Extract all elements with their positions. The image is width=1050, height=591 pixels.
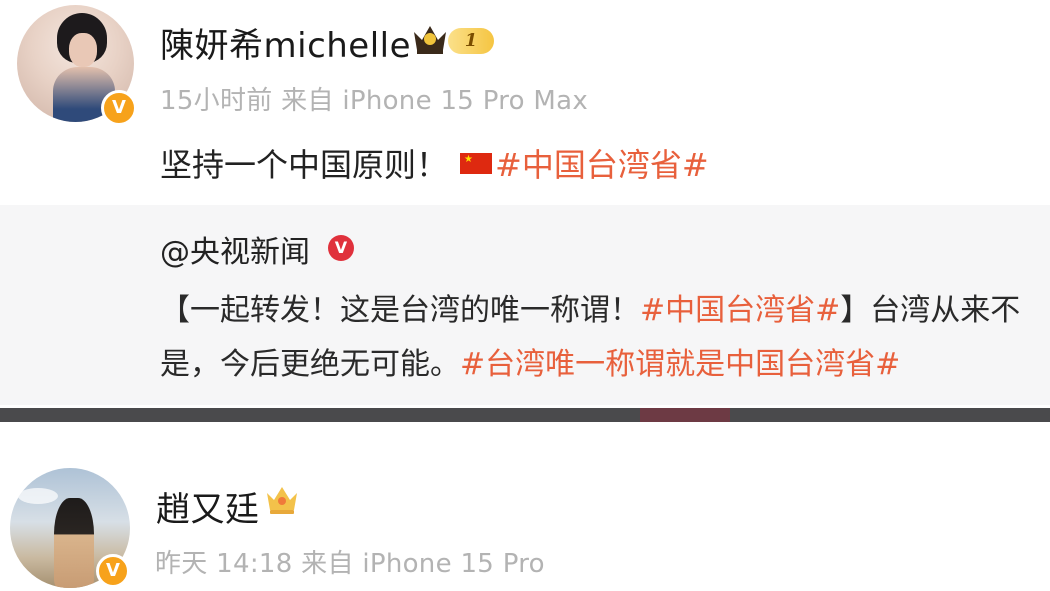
repost-line1-text: 【一起转发！这是台湾的唯一称谓！ [160, 293, 640, 328]
post1-hashtag[interactable]: #中国台湾省# [495, 146, 709, 184]
repost-line1-hashtag[interactable]: #中国台湾省# [640, 293, 840, 328]
vip-badge-icon: V [328, 235, 354, 261]
weibo-feed: V 陳妍希michelle 1 15小时前 来自 iPhone 15 Pro M… [0, 0, 1050, 591]
repost-card[interactable]: @央视新闻 V 【一起转发！这是台湾的唯一称谓！#中国台湾省#】台湾从来不 是，… [0, 205, 1050, 405]
username-post2[interactable]: 趙又廷 [156, 482, 260, 531]
crown-icon [414, 26, 446, 54]
level-badge: 1 [448, 28, 494, 54]
feed-divider [0, 408, 1050, 422]
repost-line-1: 【一起转发！这是台湾的唯一称谓！#中国台湾省#】台湾从来不 [160, 285, 1020, 329]
repost-author[interactable]: @央视新闻 [160, 227, 310, 271]
post1-body: 坚持一个中国原则！ [160, 146, 449, 184]
username-post1[interactable]: 陳妍希michelle [160, 18, 411, 67]
verified-badge-icon: V [101, 90, 137, 126]
repost-line-2: 是，今后更绝无可能。#台湾唯一称谓就是中国台湾省# [160, 339, 900, 383]
repost-line2-hashtag[interactable]: #台湾唯一称谓就是中国台湾省# [460, 347, 900, 382]
repost-line2-text: 是，今后更绝无可能。 [160, 347, 460, 382]
post2-meta: 昨天 14:18 来自 iPhone 15 Pro [155, 549, 545, 579]
crown-icon [267, 487, 297, 514]
post1-meta: 15小时前 来自 iPhone 15 Pro Max [160, 86, 589, 116]
divider-accent [640, 408, 730, 422]
china-flag-icon: ★ [460, 153, 493, 174]
verified-badge-icon: V [96, 554, 130, 588]
repost-line1-tail: 】台湾从来不 [840, 293, 1021, 328]
post1-text: 坚持一个中国原则！ ★ #中国台湾省# [160, 140, 709, 186]
